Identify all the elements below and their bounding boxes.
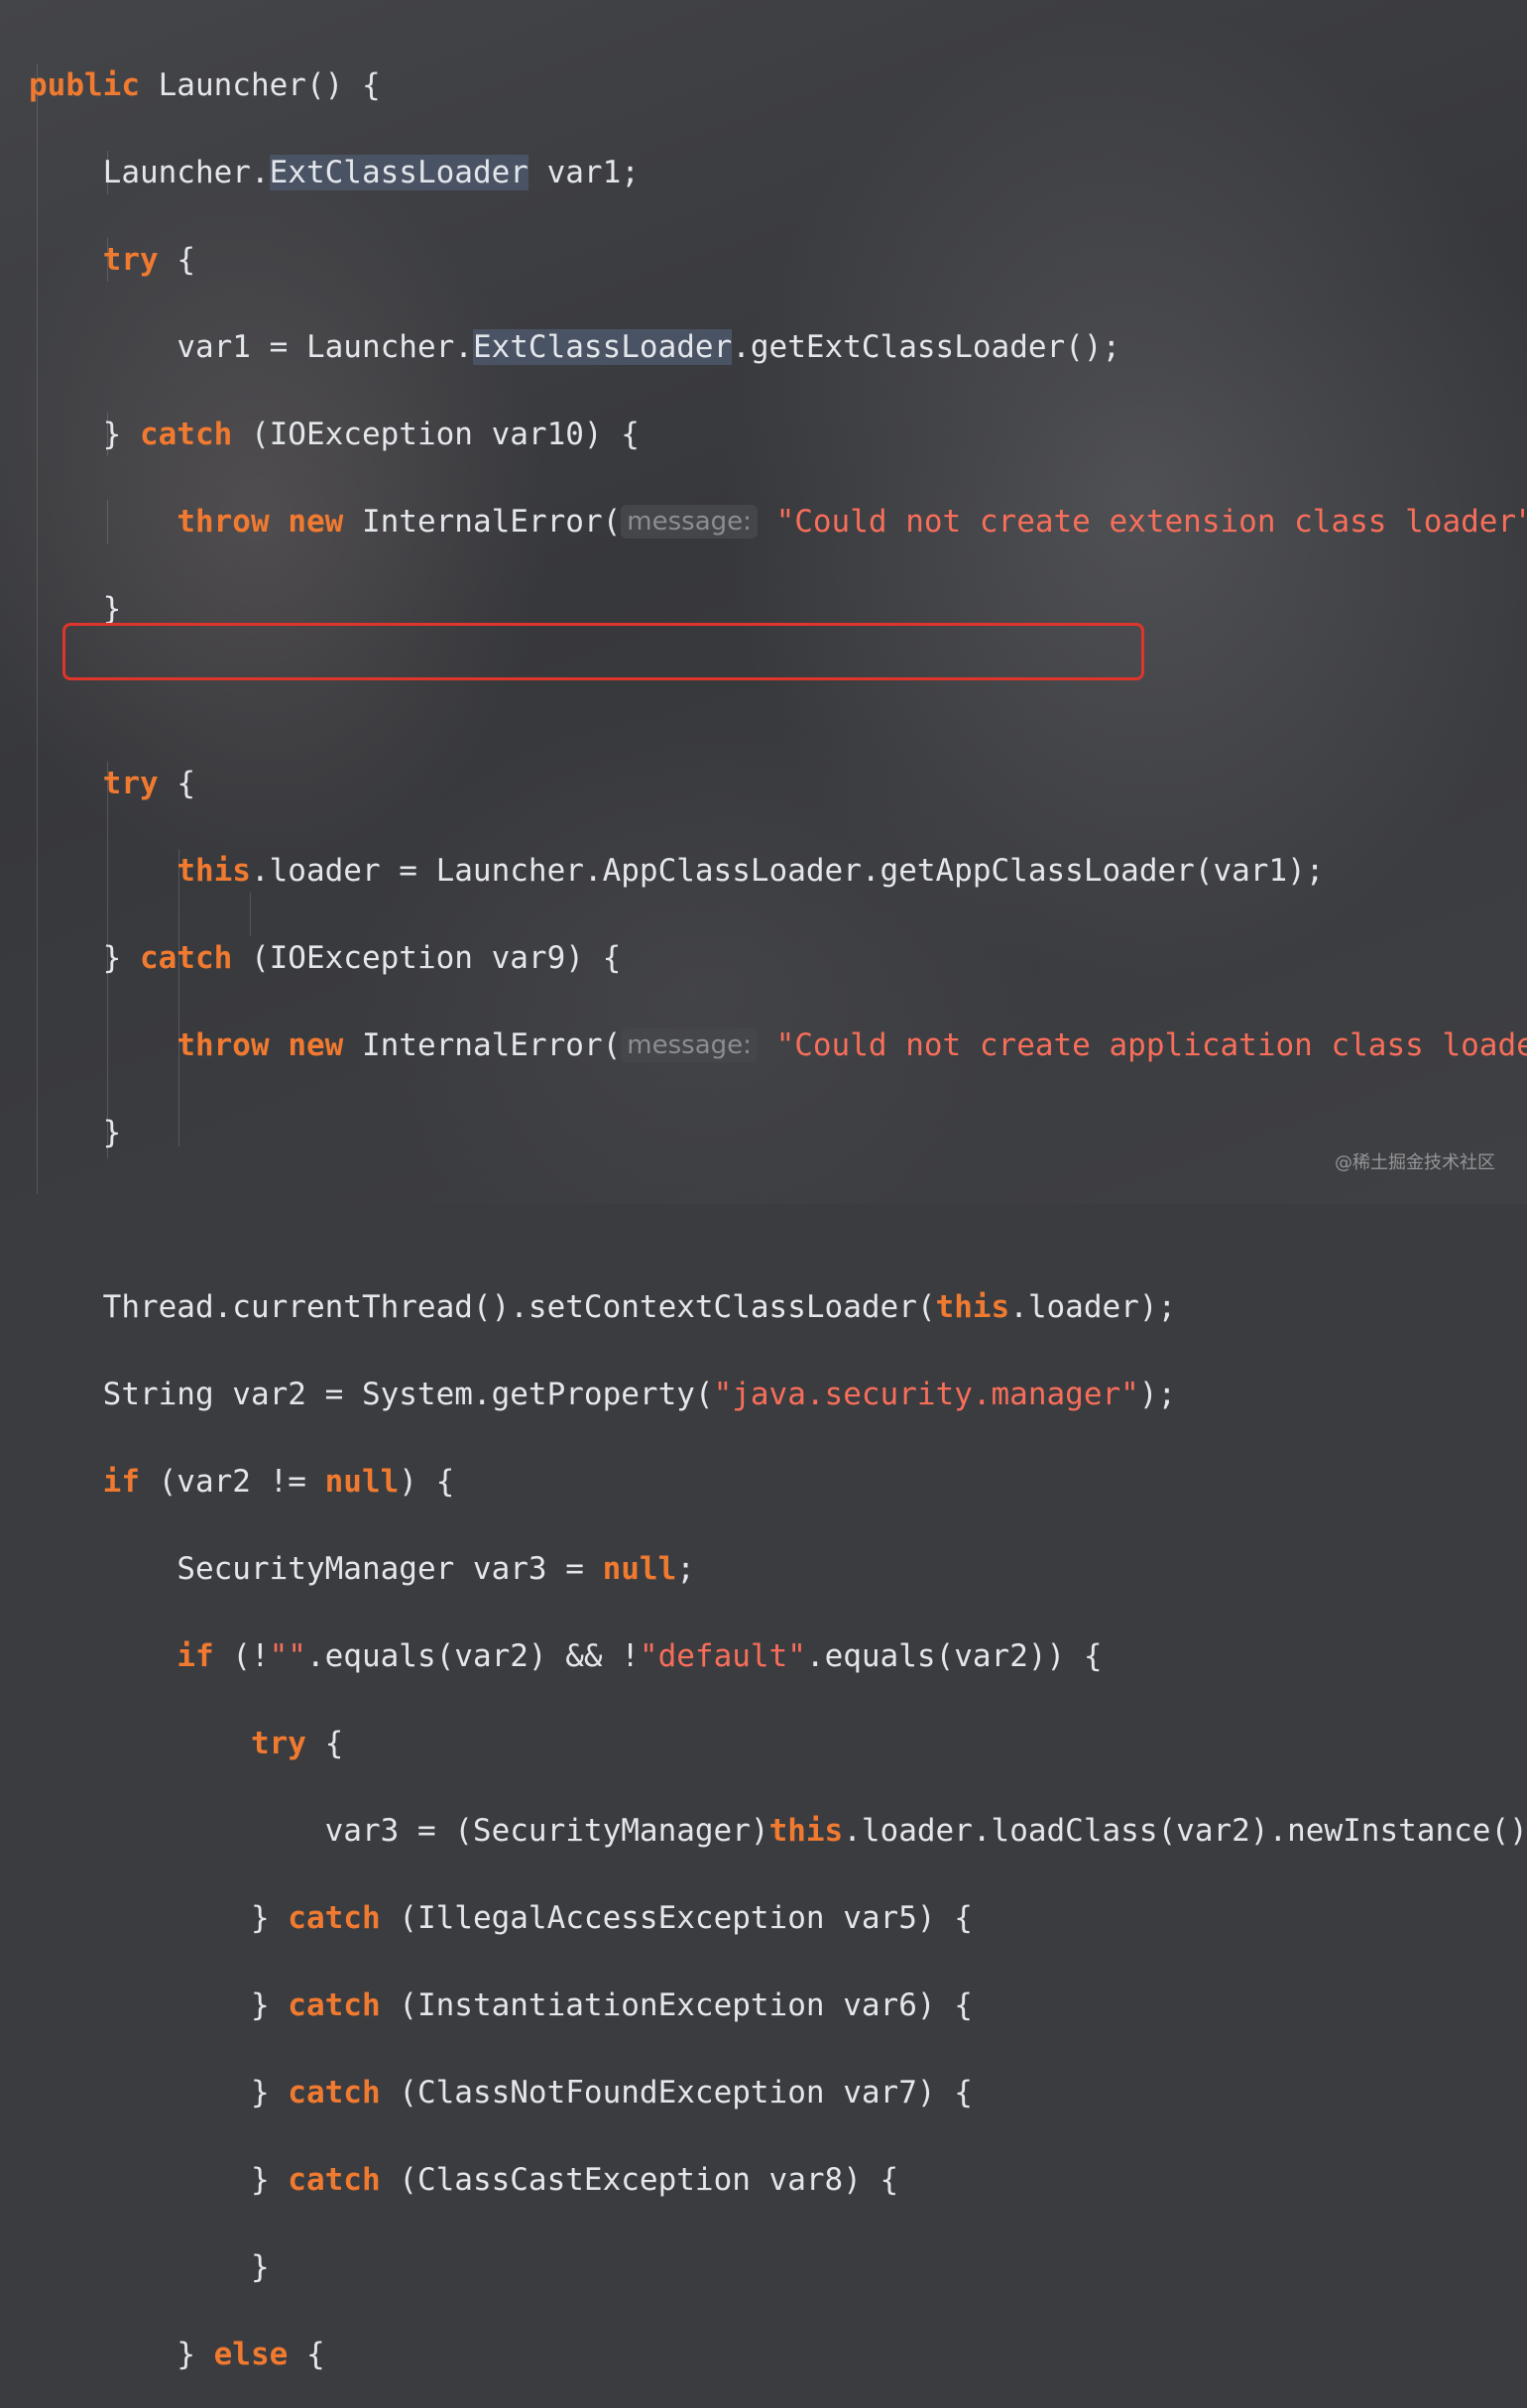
parameter-hint: message: [621, 505, 758, 539]
code-line: } [250, 2249, 270, 2285]
code-line: } catch (IllegalAccessException var5) { [250, 1900, 973, 1936]
code-line: SecurityManager var3 = null; [176, 1551, 695, 1587]
red-highlight-box [62, 623, 1144, 680]
code-line: if (!"".equals(var2) && !"default".equal… [176, 1638, 1103, 1674]
code-line: } catch (IOException var10) { [102, 417, 640, 452]
code-line: try { [250, 1726, 344, 1761]
code-line: var3 = (SecurityManager)this.loader.load… [324, 1813, 1527, 1849]
watermark: @稀土掘金技术社区 [1335, 1152, 1495, 1173]
code-editor[interactable]: public Launcher() { Launcher.ExtClassLoa… [29, 20, 1527, 2408]
code-line: throw new InternalError(message: "Could … [176, 1027, 1527, 1063]
code-line: throw new InternalError(message: "Could … [176, 504, 1527, 540]
code-line-highlighted: Thread.currentThread().setContextClassLo… [102, 1289, 1177, 1325]
code-line: this.loader = Launcher.AppClassLoader.ge… [176, 853, 1325, 889]
code-line: } [102, 1115, 122, 1150]
selected-token: ExtClassLoader [472, 329, 733, 365]
parameter-hint: message: [621, 1028, 758, 1062]
code-line: } catch (ClassNotFoundException var7) { [250, 2075, 973, 2110]
selected-token: ExtClassLoader [269, 155, 529, 190]
code-line: public Launcher() { [29, 67, 381, 103]
code-line: } else { [176, 2337, 325, 2372]
code-line: try { [102, 242, 195, 278]
code-line: } catch (InstantiationException var6) { [250, 1987, 973, 2023]
code-line: String var2 = System.getProperty("java.s… [102, 1377, 1177, 1412]
code-line: if (var2 != null) { [102, 1464, 455, 1500]
code-line: } catch (IOException var9) { [102, 940, 622, 976]
code-line: } catch (ClassCastException var8) { [250, 2162, 899, 2198]
code-line: Launcher.ExtClassLoader var1; [102, 155, 640, 190]
code-line: var1 = Launcher.ExtClassLoader.getExtCla… [176, 329, 1121, 365]
code-line: try { [102, 766, 195, 801]
